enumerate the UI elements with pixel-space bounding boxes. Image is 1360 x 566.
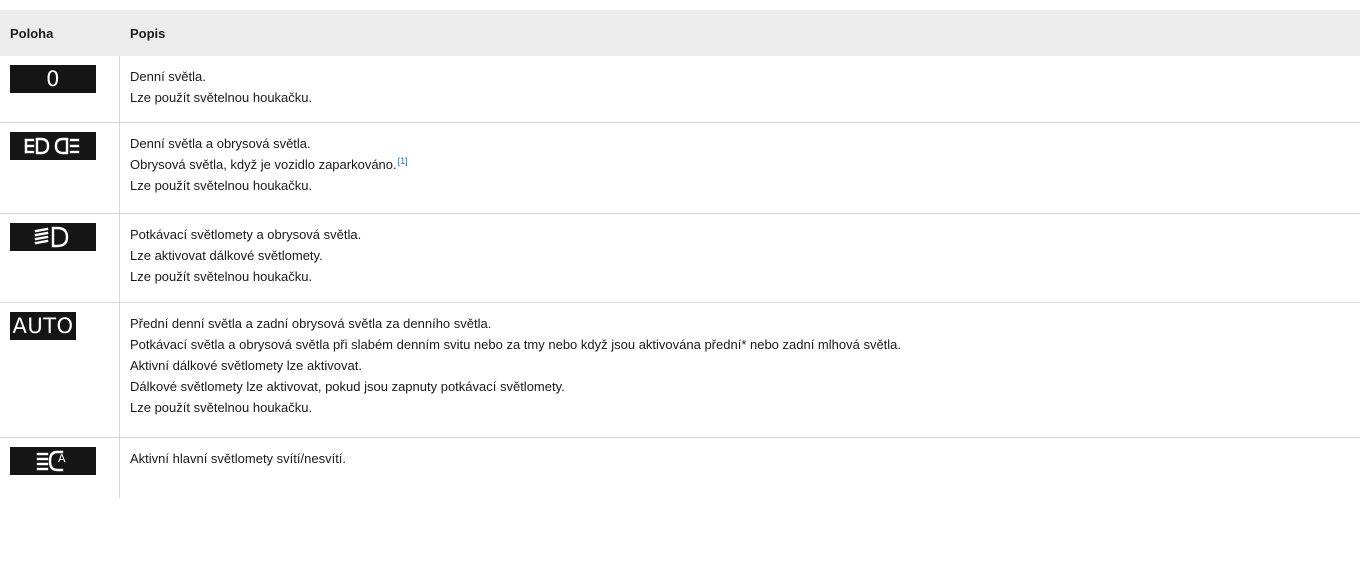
column-header-position: Poloha xyxy=(10,25,54,41)
description-line: Dálkové světlomety lze aktivovat, pokud … xyxy=(130,379,565,394)
description-line: Přední denní světla a zadní obrysová svě… xyxy=(130,316,492,331)
column-header-description: Popis xyxy=(130,25,166,41)
description-line: Denní světla. xyxy=(130,69,206,84)
description-line: Lze aktivovat dálkové světlomety. xyxy=(130,248,323,263)
description-line: Obrysová světla, když je vozidlo zaparko… xyxy=(130,156,408,172)
description-line: Aktivní dálkové světlomety lze aktivovat… xyxy=(130,358,362,373)
position-cell xyxy=(0,123,120,213)
description-line: Aktivní hlavní světlomety svítí/nesvítí. xyxy=(130,451,347,466)
description-cell: Denní světla. Lze použít světelnou houka… xyxy=(120,56,312,122)
description-line: Potkávací světla a obrysová světla při s… xyxy=(130,337,902,352)
description-cell: Potkávací světlomety a obrysová světla. … xyxy=(120,214,361,302)
description-line: Denní světla a obrysová světla. xyxy=(130,136,311,151)
light-positions-table: Poloha Popis 0 Denní světla. Lze použít … xyxy=(0,10,1360,498)
position-cell: 0 xyxy=(0,56,120,122)
zero-position-icon: 0 xyxy=(10,65,96,93)
footnote-link[interactable]: [1] xyxy=(398,156,408,166)
table-row: AUTO Přední denní světla a zadní obrysov… xyxy=(0,303,1360,438)
position-cell xyxy=(0,214,120,302)
description-line: Lze použít světelnou houkačku. xyxy=(130,400,313,415)
position-cell: AUTO xyxy=(0,303,120,437)
description-cell: Denní světla a obrysová světla. Obrysová… xyxy=(120,123,408,213)
description-line: Potkávací světlomety a obrysová světla. xyxy=(130,227,362,242)
active-high-beam-icon: A xyxy=(10,447,96,475)
position-cell: A xyxy=(0,438,120,498)
description-cell: Aktivní hlavní světlomety svítí/nesvítí. xyxy=(120,438,346,498)
low-beam-icon xyxy=(10,223,96,251)
auto-lights-icon: AUTO xyxy=(10,312,76,340)
position-lights-icon xyxy=(10,132,96,160)
table-row: Potkávací světlomety a obrysová světla. … xyxy=(0,214,1360,303)
description-line: Lze použít světelnou houkačku. xyxy=(130,269,313,284)
table-row: 0 Denní světla. Lze použít světelnou hou… xyxy=(0,56,1360,123)
table-row: Denní světla a obrysová světla. Obrysová… xyxy=(0,123,1360,214)
description-cell: Přední denní světla a zadní obrysová svě… xyxy=(120,303,901,437)
table-row: A Aktivní hlavní světlomety svítí/nesvít… xyxy=(0,438,1360,498)
svg-text:A: A xyxy=(58,452,66,465)
description-line: Lze použít světelnou houkačku. xyxy=(130,178,313,193)
table-header: Poloha Popis xyxy=(0,10,1360,56)
description-line: Lze použít světelnou houkačku. xyxy=(130,90,313,105)
